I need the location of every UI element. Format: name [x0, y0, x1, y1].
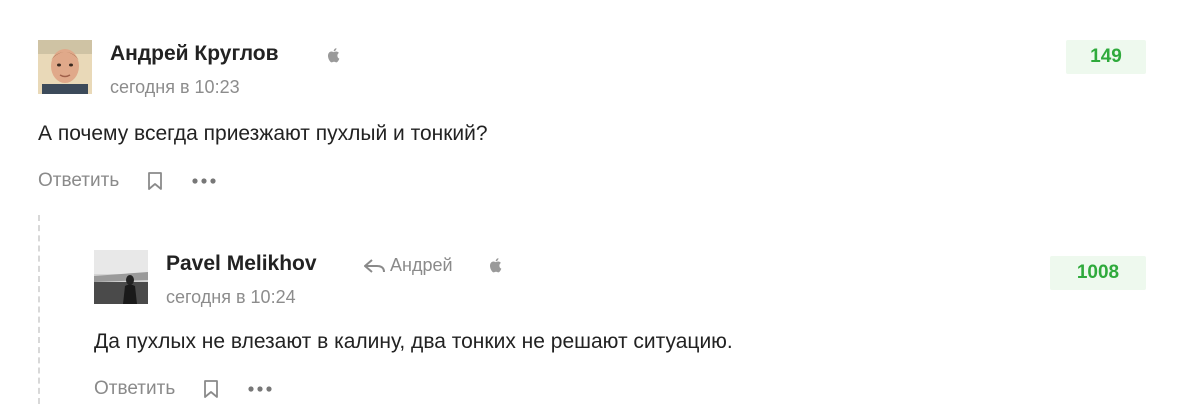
comment: Андрей Круглов сегодня в 10:23 149 А поч… — [38, 40, 1146, 200]
comment-actions: Ответить — [38, 170, 217, 192]
reply-button[interactable]: Ответить — [94, 378, 175, 400]
comment-time[interactable]: сегодня в 10:24 — [166, 287, 296, 308]
rating-badge: 149 — [1066, 40, 1146, 74]
reply-to-link[interactable]: Андрей — [364, 255, 453, 276]
comment-text: Да пухлых не влезают в калину, два тонки… — [94, 330, 733, 353]
thread-line — [38, 215, 40, 404]
bookmark-icon[interactable] — [147, 171, 163, 191]
comment-reply: Pavel Melikhov Андрей сегодня в 10:24 10… — [94, 250, 1146, 400]
comment-time[interactable]: сегодня в 10:23 — [110, 77, 240, 98]
comment-text: А почему всегда приезжают пухлый и тонки… — [38, 122, 488, 145]
author-name[interactable]: Pavel Melikhov — [166, 252, 317, 276]
comment-actions: Ответить — [94, 378, 273, 400]
more-icon[interactable] — [191, 177, 217, 185]
more-icon[interactable] — [247, 385, 273, 393]
avatar[interactable] — [38, 40, 92, 94]
bookmark-icon[interactable] — [203, 379, 219, 399]
author-name[interactable]: Андрей Круглов — [110, 42, 279, 66]
rating-badge: 1008 — [1050, 256, 1146, 290]
reply-button[interactable]: Ответить — [38, 170, 119, 192]
apple-icon — [489, 258, 502, 273]
reply-arrow-icon — [364, 258, 385, 273]
reply-to-name: Андрей — [390, 255, 453, 275]
avatar[interactable] — [94, 250, 148, 304]
apple-icon — [327, 48, 340, 63]
